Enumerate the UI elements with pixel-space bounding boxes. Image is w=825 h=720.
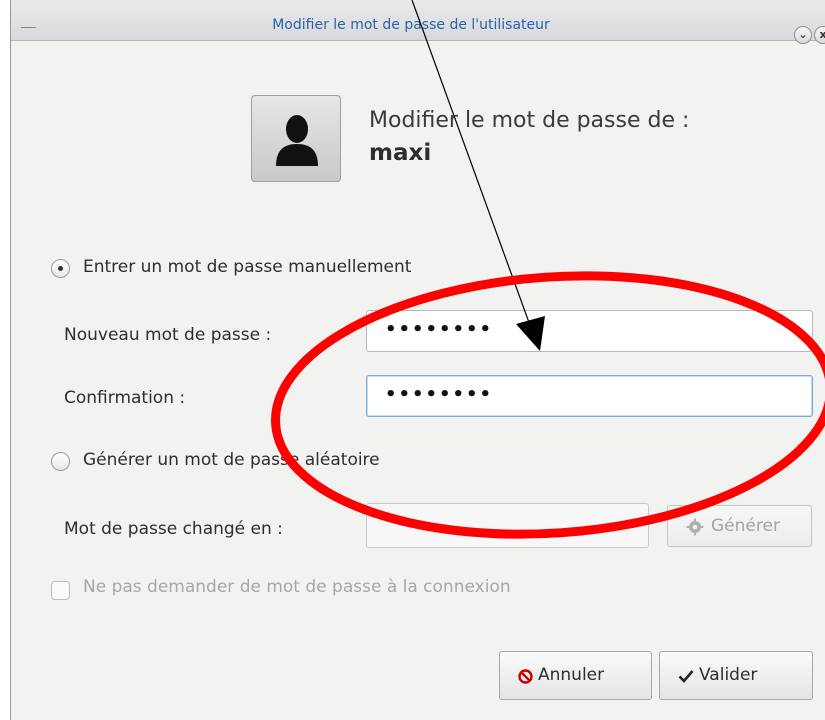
new-password-label: Nouveau mot de passe : [64, 325, 272, 345]
avatar [251, 95, 341, 182]
confirmation-field[interactable]: •••••••• [366, 375, 813, 417]
changed-password-field[interactable] [366, 503, 649, 548]
no-password-checkbox[interactable] [51, 581, 70, 600]
manual-password-radio[interactable] [51, 259, 70, 278]
generate-button[interactable]: Générer [667, 505, 812, 547]
gear-icon [686, 518, 704, 536]
dialog-heading: Modifier le mot de passe de : [369, 108, 690, 133]
checkmark-icon [678, 670, 694, 683]
cancel-circle-icon [518, 669, 533, 684]
new-password-field[interactable]: •••••••• [366, 310, 813, 352]
window-title: Modifier le mot de passe de l'utilisateu… [272, 17, 550, 33]
user-silhouette-icon [276, 115, 318, 166]
username: maxi [369, 140, 432, 166]
manual-password-label[interactable]: Entrer un mot de passe manuellement [83, 257, 411, 277]
cancel-button[interactable]: Annuler [499, 651, 652, 700]
cancel-button-label: Annuler [538, 665, 605, 685]
no-password-label[interactable]: Ne pas demander de mot de passe à la con… [83, 577, 511, 597]
random-password-radio[interactable] [51, 452, 70, 471]
radio-selected-dot [58, 266, 63, 271]
ok-button[interactable]: Valider [659, 651, 813, 700]
ok-button-label: Valider [699, 665, 758, 685]
random-password-label[interactable]: Générer un mot de passe aléatoire [83, 450, 380, 470]
changed-password-label: Mot de passe changé en : [64, 519, 283, 539]
minimize-icon[interactable]: ⌄ [794, 26, 812, 44]
confirmation-label: Confirmation : [64, 388, 186, 408]
titlebar[interactable]: Modifier le mot de passe de l'utilisateu… [11, 0, 825, 44]
close-icon[interactable]: x [814, 26, 825, 44]
generate-button-label: Générer [711, 516, 780, 536]
